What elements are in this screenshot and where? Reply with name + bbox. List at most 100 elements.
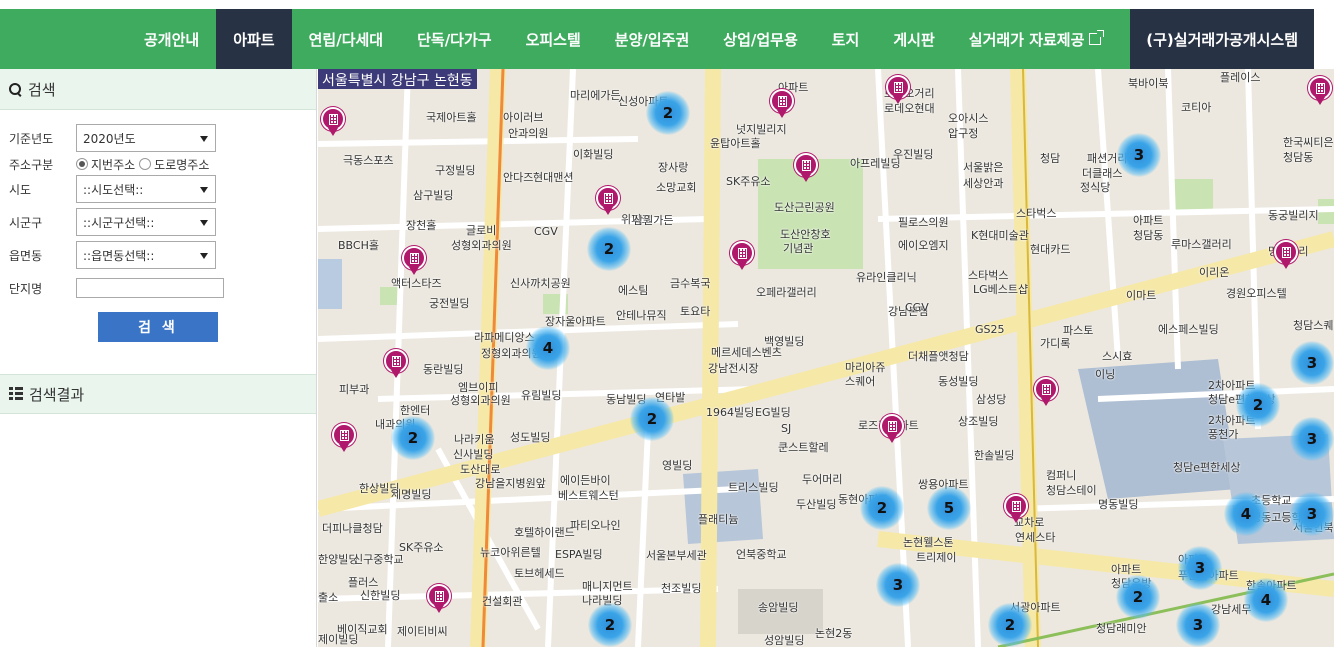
map-poi-label: 청담동	[1283, 151, 1314, 164]
apartment-pin-icon[interactable]	[332, 423, 356, 453]
nav-item-data-provision[interactable]: 실거래가 자료제공	[952, 9, 1119, 69]
complex-name-input[interactable]	[76, 278, 224, 298]
nav-item-officetel[interactable]: 오피스텔	[509, 9, 598, 69]
map-cluster-marker[interactable]: 2	[1116, 575, 1160, 619]
map-cluster-marker[interactable]: 4	[1244, 578, 1288, 622]
map-poi-label: 유림빌딩	[521, 389, 562, 402]
search-header: 검색	[0, 69, 316, 110]
year-select[interactable]: 2020년도	[76, 124, 216, 152]
apartment-pin-icon[interactable]	[321, 107, 345, 137]
nav-item-commercial[interactable]: 상업/업무용	[706, 9, 814, 69]
map-poi-label: 정식당	[1080, 181, 1111, 194]
apartment-pin-icon[interactable]	[770, 89, 794, 119]
map-poi-label: 호텔하이랜드	[514, 526, 575, 539]
map-poi-label: K현대미술관	[971, 229, 1029, 242]
apartment-pin-icon[interactable]	[1004, 494, 1028, 524]
map-poi-label: 장사랑	[658, 161, 689, 174]
nav-item-land[interactable]: 토지	[815, 9, 877, 69]
map-cluster-marker[interactable]: 4	[526, 326, 570, 370]
apartment-pin-icon[interactable]	[402, 246, 426, 276]
map-poi-label: 기념관	[783, 242, 814, 255]
sido-row: 시도 ::시도선택::	[9, 175, 316, 203]
map-cluster-marker[interactable]: 2	[988, 603, 1032, 647]
apartment-pin-icon[interactable]	[794, 153, 818, 183]
map-poi-label: 세상안과	[963, 177, 1004, 190]
results-header: 검색결과	[0, 374, 316, 414]
map-poi-label: 한솔빌딩	[974, 449, 1015, 462]
map-cluster-marker[interactable]: 3	[1117, 133, 1161, 177]
pin-tail	[434, 605, 444, 613]
map-cluster-marker[interactable]: 3	[1290, 417, 1334, 461]
apartment-pin-icon[interactable]	[1034, 377, 1058, 407]
map-cluster-marker[interactable]: 3	[1176, 603, 1220, 647]
map-cluster-marker[interactable]: 2	[587, 227, 631, 271]
map-poi-label: 피부과	[339, 383, 370, 396]
nav-item-rowhouse[interactable]: 연립/다세대	[292, 9, 400, 69]
sido-select[interactable]: ::시도선택::	[76, 175, 216, 203]
nav-item-notice[interactable]: 공개안내	[127, 9, 216, 69]
map-poi-label: 서울본부세관	[646, 549, 707, 562]
map-cluster-marker[interactable]: 2	[630, 397, 674, 441]
pin-tail	[1011, 515, 1021, 523]
apartment-pin-icon[interactable]	[730, 241, 754, 271]
map-poi-label: 필로스의원	[898, 216, 949, 229]
nav-item-presale[interactable]: 분양/입주권	[598, 9, 706, 69]
apartment-pin-icon[interactable]	[886, 75, 910, 105]
map-view[interactable]: 서울특별시 강남구 논현동 마리에가든 국제아트홀 아이러브 안과의원 이화빌딩 신성아파…	[318, 69, 1334, 647]
nav-item-detached[interactable]: 단독/다가구	[400, 9, 508, 69]
map-poi-label: 안과의원	[508, 127, 549, 140]
map-cluster-marker[interactable]: 5	[927, 486, 971, 530]
map-cluster-marker[interactable]: 3	[1290, 492, 1334, 536]
map-poi-label: CGV	[905, 301, 929, 314]
map-cluster-marker[interactable]: 3	[876, 563, 920, 607]
apartment-pin-icon[interactable]	[427, 584, 451, 614]
map-poi-label: 신구중학교	[353, 553, 404, 566]
nav-item-board[interactable]: 게시판	[876, 9, 951, 69]
map-poi-label: 언북중학교	[736, 548, 787, 561]
nav-item-legacy-system[interactable]: (구)실거래가공개시스템	[1130, 9, 1314, 69]
sigungu-value: ::시군구선택::	[83, 215, 155, 230]
search-panel: 검색 기준년도 2020년도 주소구분 지번주소 도로명주소 시도 ::시도선택…	[0, 69, 317, 647]
apartment-pin-icon[interactable]	[596, 186, 620, 216]
apartment-pin-icon[interactable]	[1274, 240, 1298, 270]
sido-value: ::시도선택::	[83, 182, 144, 197]
nav-item-apartment[interactable]: 아파트	[216, 9, 292, 69]
apartment-pin-icon[interactable]	[1308, 76, 1332, 106]
map-poi-label: 에스페스빌딩	[1158, 323, 1219, 336]
map-poi-label: 현대맨션	[533, 171, 574, 184]
map-cluster-marker[interactable]: 3	[1290, 341, 1334, 385]
map-cluster-marker[interactable]: 2	[391, 416, 435, 460]
map-poi-label: 토브헤세드	[514, 567, 565, 580]
apartment-pin-icon[interactable]	[880, 414, 904, 444]
list-icon	[9, 387, 23, 401]
pin-tail	[1315, 97, 1325, 105]
map-cluster-marker[interactable]: 3	[1178, 546, 1222, 590]
apartment-pin-icon[interactable]	[384, 349, 408, 379]
radio-lot-address[interactable]: 지번주소	[76, 156, 135, 173]
search-button[interactable]: 검 색	[98, 312, 218, 342]
map-poi-label: 오아시스	[948, 112, 989, 125]
map-poi-label: 청담e편한세상	[1173, 461, 1241, 474]
eupmyeondong-select[interactable]: ::읍면동선택::	[76, 241, 216, 269]
search-title: 검색	[28, 80, 56, 99]
map-cluster-marker[interactable]: 2	[588, 603, 632, 647]
search-form: 기준년도 2020년도 주소구분 지번주소 도로명주소 시도 ::시도선택::	[0, 110, 316, 342]
address-type-label: 주소구분	[9, 157, 54, 172]
radio-road-address[interactable]: 도로명주소	[139, 156, 209, 173]
pin-tail	[1281, 261, 1291, 269]
map-poi-label: 이화빌딩	[573, 148, 614, 161]
map-poi-label: 트리스빌딩	[728, 481, 779, 494]
map-poi-label: 유라인클리닉	[856, 271, 917, 284]
map-cluster-marker[interactable]: 2	[646, 91, 690, 135]
map-cluster-marker[interactable]: 4	[1224, 492, 1268, 536]
map-poi-label: 윤탑아트홀	[710, 137, 761, 150]
sigungu-select[interactable]: ::시군구선택::	[76, 208, 216, 236]
map-poi-label: 서울밝은	[963, 161, 1004, 174]
map-cluster-marker[interactable]: 2	[1236, 383, 1280, 427]
map-cluster-marker[interactable]: 2	[860, 486, 904, 530]
map-poi-label: 이닝	[1095, 368, 1116, 381]
map-poi-label: 동란빌딩	[423, 363, 464, 376]
eupmyeondong-value: ::읍면동선택::	[83, 248, 155, 263]
top-navigation: 공개안내 아파트 연립/다세대 단독/다가구 오피스텔 분양/입주권 상업/업무…	[0, 9, 1314, 69]
map-poi-label: 컴퍼니	[1046, 469, 1077, 482]
